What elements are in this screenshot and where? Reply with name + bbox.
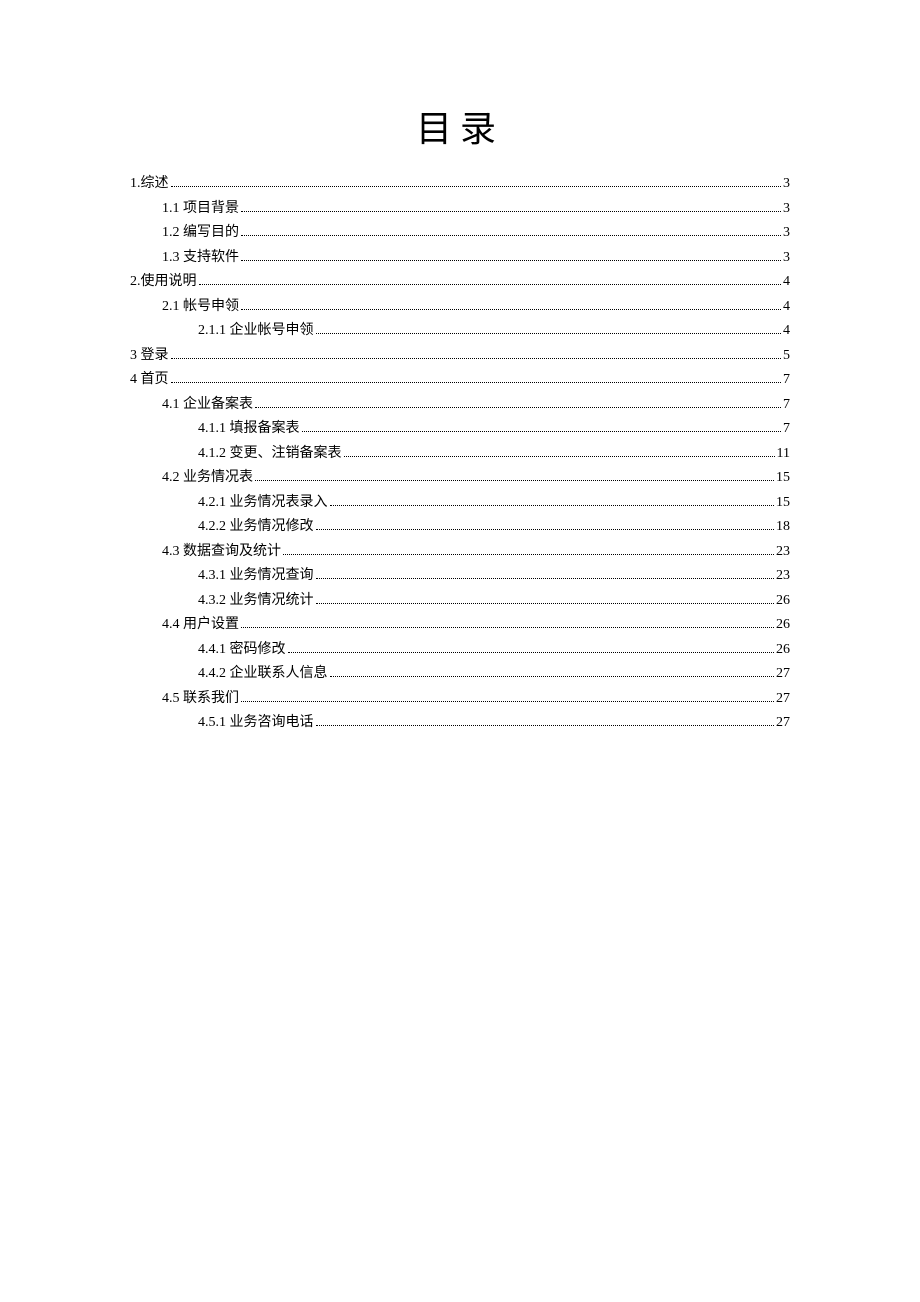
toc-leader-dots <box>241 260 781 261</box>
toc-entry[interactable]: 4.3.2 业务情况统计 26 <box>130 589 790 614</box>
toc-entry-label: 1.3 支持软件 <box>162 246 239 271</box>
toc-entry[interactable]: 2.1.1 企业帐号申领 4 <box>130 319 790 344</box>
toc-entry-page: 27 <box>776 662 790 687</box>
toc-entry-label: 4.3 数据查询及统计 <box>162 540 281 565</box>
toc-container: 1.综述31.1 项目背景31.2 编写目的31.3 支持软件32.使用说明42… <box>130 172 790 736</box>
toc-entry-label: 4.2.2 业务情况修改 <box>198 515 314 540</box>
toc-leader-dots <box>171 186 782 187</box>
toc-entry-page: 3 <box>783 172 790 197</box>
toc-entry-page: 18 <box>776 515 790 540</box>
toc-entry-label: 4.1.2 变更、注销备案表 <box>198 442 342 467</box>
toc-leader-dots <box>171 382 782 383</box>
toc-entry-page: 7 <box>783 368 790 393</box>
toc-leader-dots <box>199 284 782 285</box>
toc-entry[interactable]: 3 登录 5 <box>130 344 790 369</box>
toc-entry-label: 2.1.1 企业帐号申领 <box>198 319 314 344</box>
toc-entry-page: 3 <box>783 221 790 246</box>
toc-entry[interactable]: 4.1.1 填报备案表 7 <box>130 417 790 442</box>
toc-title: 目录 <box>130 100 790 152</box>
toc-entry[interactable]: 4.3.1 业务情况查询 23 <box>130 564 790 589</box>
toc-entry-label: 3 登录 <box>130 344 169 369</box>
toc-entry-page: 27 <box>776 711 790 736</box>
toc-entry-page: 3 <box>783 246 790 271</box>
toc-entry-label: 1.2 编写目的 <box>162 221 239 246</box>
toc-entry-label: 4.2 业务情况表 <box>162 466 253 491</box>
toc-entry[interactable]: 2.1 帐号申领 4 <box>130 295 790 320</box>
toc-entry-label: 4.2.1 业务情况表录入 <box>198 491 328 516</box>
toc-entry-label: 4.1.1 填报备案表 <box>198 417 300 442</box>
toc-entry-page: 23 <box>776 540 790 565</box>
toc-entry[interactable]: 4 首页 7 <box>130 368 790 393</box>
toc-leader-dots <box>255 480 774 481</box>
toc-entry-label: 4.4.1 密码修改 <box>198 638 286 663</box>
toc-entry-page: 5 <box>783 344 790 369</box>
toc-entry-page: 4 <box>783 270 790 295</box>
toc-entry[interactable]: 2.使用说明 4 <box>130 270 790 295</box>
toc-entry-page: 26 <box>776 638 790 663</box>
toc-leader-dots <box>316 603 775 604</box>
toc-entry[interactable]: 4.5 联系我们 27 <box>130 687 790 712</box>
toc-leader-dots <box>255 407 781 408</box>
toc-leader-dots <box>316 578 775 579</box>
toc-entry-page: 23 <box>776 564 790 589</box>
toc-entry[interactable]: 4.3 数据查询及统计 23 <box>130 540 790 565</box>
toc-entry[interactable]: 1.2 编写目的 3 <box>130 221 790 246</box>
toc-entry[interactable]: 4.2 业务情况表 15 <box>130 466 790 491</box>
toc-entry-page: 4 <box>783 319 790 344</box>
toc-entry-page: 26 <box>776 589 790 614</box>
toc-entry[interactable]: 4.1.2 变更、注销备案表 11 <box>130 442 790 467</box>
toc-entry[interactable]: 4.5.1 业务咨询电话 27 <box>130 711 790 736</box>
toc-entry-page: 3 <box>783 197 790 222</box>
toc-entry-page: 15 <box>776 491 790 516</box>
toc-entry-label: 4 首页 <box>130 368 169 393</box>
toc-entry-page: 27 <box>776 687 790 712</box>
toc-entry[interactable]: 4.1 企业备案表 7 <box>130 393 790 418</box>
toc-leader-dots <box>241 627 774 628</box>
toc-entry[interactable]: 1.3 支持软件 3 <box>130 246 790 271</box>
toc-leader-dots <box>330 676 775 677</box>
toc-entry[interactable]: 4.4.1 密码修改 26 <box>130 638 790 663</box>
toc-entry-label: 4.5.1 业务咨询电话 <box>198 711 314 736</box>
toc-entry[interactable]: 4.4 用户设置 26 <box>130 613 790 638</box>
toc-entry-label: 4.3.2 业务情况统计 <box>198 589 314 614</box>
toc-entry[interactable]: 1.1 项目背景 3 <box>130 197 790 222</box>
toc-entry-label: 1.1 项目背景 <box>162 197 239 222</box>
toc-leader-dots <box>241 211 781 212</box>
toc-leader-dots <box>316 725 775 726</box>
toc-entry-page: 15 <box>776 466 790 491</box>
toc-entry[interactable]: 4.4.2 企业联系人信息 27 <box>130 662 790 687</box>
toc-entry-label: 4.3.1 业务情况查询 <box>198 564 314 589</box>
toc-leader-dots <box>241 235 781 236</box>
toc-entry-page: 7 <box>783 393 790 418</box>
toc-entry-label: 4.5 联系我们 <box>162 687 239 712</box>
toc-entry-label: 2.使用说明 <box>130 270 197 295</box>
toc-leader-dots <box>316 529 775 530</box>
toc-entry[interactable]: 1.综述 3 <box>130 172 790 197</box>
toc-leader-dots <box>302 431 782 432</box>
toc-entry-label: 4.4.2 企业联系人信息 <box>198 662 328 687</box>
toc-leader-dots <box>283 554 774 555</box>
toc-entry-page: 7 <box>783 417 790 442</box>
toc-entry-page: 11 <box>777 442 790 467</box>
toc-leader-dots <box>241 309 781 310</box>
toc-entry-page: 26 <box>776 613 790 638</box>
toc-leader-dots <box>288 652 775 653</box>
toc-entry[interactable]: 4.2.2 业务情况修改 18 <box>130 515 790 540</box>
toc-leader-dots <box>344 456 775 457</box>
toc-leader-dots <box>171 358 782 359</box>
toc-leader-dots <box>330 505 775 506</box>
toc-entry-page: 4 <box>783 295 790 320</box>
toc-entry[interactable]: 4.2.1 业务情况表录入 15 <box>130 491 790 516</box>
toc-entry-label: 4.1 企业备案表 <box>162 393 253 418</box>
toc-leader-dots <box>316 333 782 334</box>
toc-entry-label: 4.4 用户设置 <box>162 613 239 638</box>
toc-entry-label: 1.综述 <box>130 172 169 197</box>
toc-leader-dots <box>241 701 774 702</box>
toc-entry-label: 2.1 帐号申领 <box>162 295 239 320</box>
